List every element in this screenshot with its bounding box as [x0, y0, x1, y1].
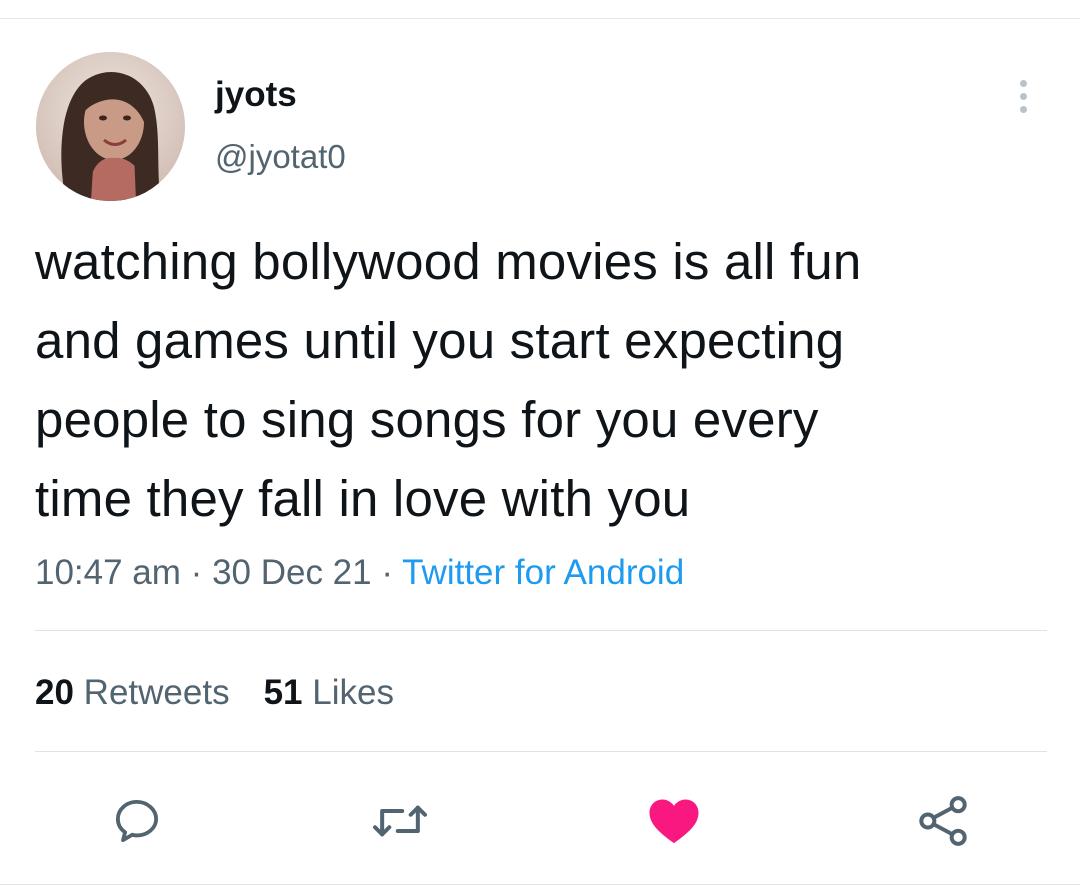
reply-button[interactable] — [107, 791, 167, 851]
reply-icon — [115, 799, 159, 843]
retweet-icon — [373, 805, 427, 837]
retweets-label: Retweets — [83, 673, 230, 712]
retweets-count: 20 — [35, 673, 74, 712]
more-options-button[interactable] — [1008, 76, 1038, 116]
bottom-divider — [0, 884, 1080, 885]
likes-label: Likes — [312, 673, 394, 712]
stats-top-divider — [35, 630, 1047, 631]
more-vertical-icon-dot — [1019, 105, 1027, 113]
tweet-metadata: 10:47 am · 30 Dec 21 · Twitter for Andro… — [35, 551, 684, 595]
meta-separator: · — [191, 553, 212, 592]
share-icon — [919, 796, 967, 846]
engagement-stats: 20 Retweets 51 Likes — [35, 671, 394, 715]
separator-dot: · — [381, 553, 394, 592]
tweet-text: watching bollywood movies is all fun and… — [35, 222, 1045, 538]
retweets-stat[interactable]: 20 Retweets — [35, 673, 230, 712]
tweet-text-line: people to sing songs for you every — [35, 391, 819, 448]
meta-separator: · — [381, 553, 402, 592]
display-name[interactable]: jyots — [215, 75, 297, 115]
likes-stat[interactable]: 51 Likes — [264, 673, 394, 712]
share-button[interactable] — [913, 791, 973, 851]
stats-bottom-divider — [35, 751, 1047, 752]
avatar-photo-icon — [36, 52, 185, 201]
separator-dot: · — [190, 553, 203, 592]
like-button[interactable] — [644, 791, 704, 851]
tweet-text-line: watching bollywood movies is all fun — [35, 233, 862, 290]
tweet-text-line: time they fall in love with you — [35, 470, 691, 527]
tweet-text-line: and games until you start expecting — [35, 312, 845, 369]
user-handle[interactable]: @jyotat0 — [215, 137, 346, 177]
top-divider — [0, 18, 1080, 19]
heart-icon — [649, 799, 699, 844]
tweet-source-link[interactable]: Twitter for Android — [402, 553, 684, 592]
likes-count: 51 — [263, 673, 303, 712]
avatar[interactable] — [36, 52, 185, 201]
retweet-button[interactable] — [370, 791, 430, 851]
tweet-date[interactable]: 30 Dec 21 — [212, 553, 372, 592]
tweet-time[interactable]: 10:47 am — [35, 553, 181, 592]
more-vertical-icon-dot — [1019, 92, 1027, 100]
more-vertical-icon — [1019, 79, 1027, 87]
